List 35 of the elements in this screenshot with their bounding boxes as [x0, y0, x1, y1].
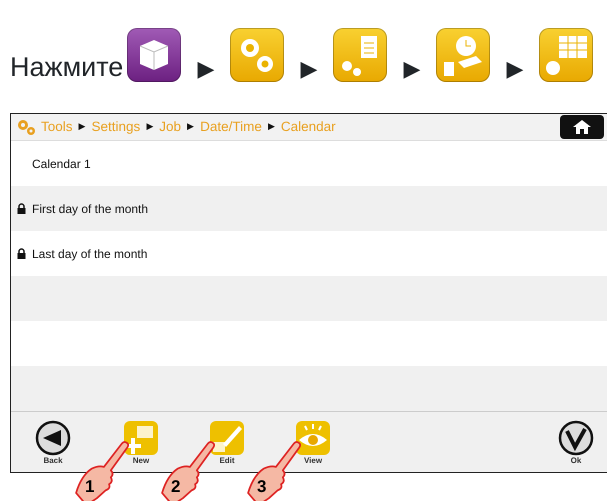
- pointing-hand-icon: [161, 440, 217, 501]
- list-row[interactable]: Last day of the month: [11, 231, 607, 276]
- checkmark-icon: [558, 420, 594, 456]
- document-gears-icon: [333, 28, 388, 82]
- list-row[interactable]: First day of the month: [11, 186, 607, 232]
- home-icon: [572, 119, 592, 136]
- back-button[interactable]: Back: [33, 420, 73, 465]
- breadcrumb-separator: ▶: [268, 120, 275, 134]
- instruction-text: Нажмите: [10, 54, 124, 81]
- new-button[interactable]: New: [121, 420, 161, 465]
- breadcrumb-separator: ▶: [78, 120, 86, 134]
- callout-number: 2: [171, 478, 180, 495]
- ok-button[interactable]: Ok: [556, 420, 596, 465]
- breadcrumb-separator: ▶: [187, 120, 194, 134]
- list-row[interactable]: Calendar 1: [11, 141, 607, 186]
- view-button[interactable]: View: [293, 420, 333, 465]
- pencil-grid-icon: [209, 420, 245, 456]
- step-arrow: ▶: [506, 58, 524, 80]
- calendar-grid-icon: [539, 28, 594, 82]
- cube-icon: [127, 28, 182, 82]
- clock-calendar-icon: [436, 28, 490, 82]
- step-arrow: ▶: [403, 58, 420, 80]
- breadcrumb-separator: ▶: [146, 120, 154, 134]
- step-arrow: ▶: [197, 58, 214, 80]
- edit-button[interactable]: Edit: [207, 420, 247, 465]
- callout-number: 3: [257, 478, 266, 495]
- home-button[interactable]: [560, 115, 604, 140]
- key-gears-icon: [17, 119, 37, 136]
- callout-number: 1: [85, 478, 94, 495]
- gears-icon: [230, 28, 284, 82]
- pointing-hand-icon: [75, 440, 131, 501]
- step-arrow: ▶: [300, 58, 318, 80]
- pointing-hand-icon: [247, 440, 303, 501]
- eye-icon: [295, 420, 331, 456]
- plus-grid-icon: [123, 420, 159, 456]
